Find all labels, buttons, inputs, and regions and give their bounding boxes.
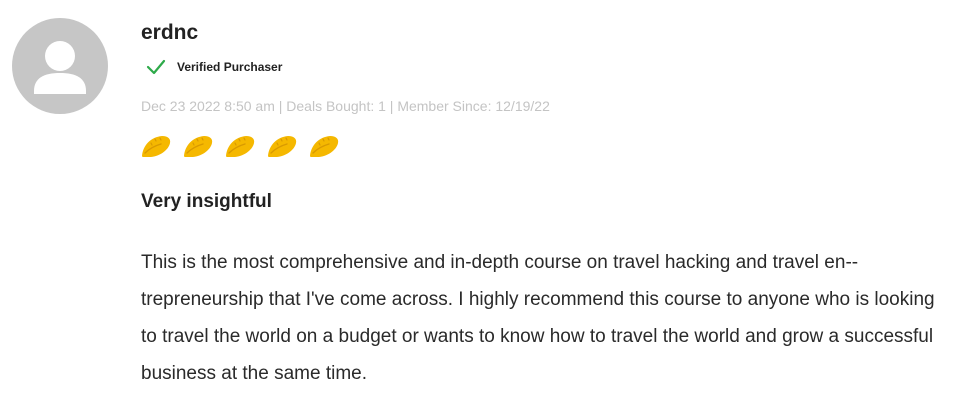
review-body: This is the most comprehensive and in-de…: [141, 252, 935, 384]
review-card: erdnc Verified Purchaser Dec 23 2022 8:5…: [0, 0, 958, 412]
star-rating: [139, 131, 349, 161]
review-meta: Dec 23 2022 8:50 am | Deals Bought: 1 | …: [141, 98, 550, 114]
user-avatar: [12, 18, 108, 114]
verified-purchaser-badge: Verified Purchaser: [146, 56, 282, 78]
taco-icon: [223, 132, 257, 160]
review-title: Very insightful: [141, 191, 272, 212]
taco-icon: [265, 132, 299, 160]
verified-purchaser-label: Verified Purchaser: [177, 60, 283, 74]
taco-icon: [139, 132, 173, 160]
checkmark-icon: [146, 58, 166, 76]
user-silhouette-icon: [34, 41, 86, 94]
taco-icon: [181, 132, 215, 160]
taco-icon: [307, 132, 341, 160]
reviewer-username[interactable]: erdnc: [141, 20, 198, 46]
